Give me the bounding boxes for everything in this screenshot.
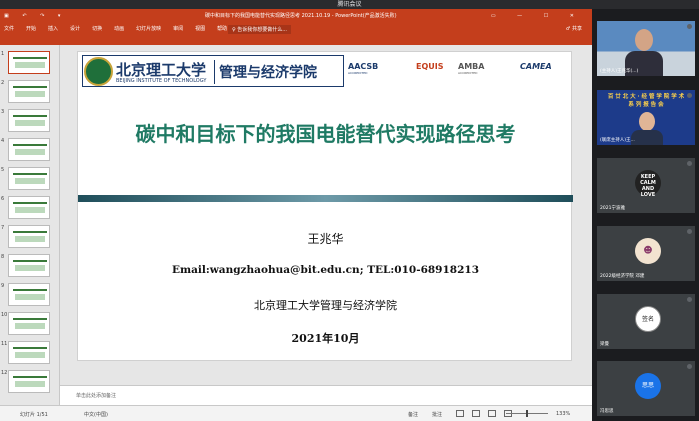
tab-file[interactable]: 文件 bbox=[4, 25, 14, 32]
tab-animations[interactable]: 动画 bbox=[114, 25, 124, 32]
tell-me-search[interactable]: ♀ 告诉我你想要做什么... bbox=[228, 25, 292, 34]
host-face bbox=[635, 29, 653, 51]
institution: 北京理工大学管理与经济学院 bbox=[254, 299, 397, 312]
university-name-cn: 北京理工大学 bbox=[116, 61, 207, 79]
share-button[interactable]: ♂ 共享 bbox=[566, 25, 582, 32]
author-name: 王兆华 bbox=[307, 232, 344, 246]
quick-access-toolbar[interactable]: ▣ ↶ ↷ ▾ bbox=[4, 9, 66, 23]
mic-icon bbox=[687, 161, 692, 166]
participant-tile[interactable]: ☻ 2022级经济学院 邓建 bbox=[597, 226, 695, 281]
view-buttons bbox=[456, 410, 512, 417]
meeting-title: 腾讯会议 bbox=[337, 1, 362, 8]
amba-logo: AMBA ACCREDITED bbox=[458, 62, 485, 75]
window-title: 碳中和目标下的我国电能替代实现路径思考 2021.10.19 - PowerPo… bbox=[205, 13, 397, 19]
camea-logo: CAMEA bbox=[520, 62, 552, 71]
zoom-slider-handle[interactable] bbox=[526, 410, 528, 417]
participant-name: 冯思思 bbox=[600, 409, 614, 414]
tab-slideshow[interactable]: 幻灯片放映 bbox=[136, 25, 161, 32]
video-tile[interactable]: (主持人)王兆华(...) bbox=[597, 21, 695, 76]
tab-design[interactable]: 设计 bbox=[70, 25, 80, 32]
participant-tile[interactable]: 签名 梁曼 bbox=[597, 294, 695, 349]
notes-button[interactable]: 备注 bbox=[408, 411, 418, 418]
mic-icon bbox=[687, 229, 692, 234]
mic-icon bbox=[687, 364, 692, 369]
comments-button[interactable]: 批注 bbox=[432, 411, 442, 418]
normal-view-icon[interactable] bbox=[456, 410, 464, 417]
event-banner: 百 廿 北 大 · 经 管 学 院 学 术 系 列 报 告 会 bbox=[607, 94, 685, 108]
status-bar: 幻灯片 1/51 中文(中国) 备注 批注 133% bbox=[0, 405, 592, 421]
avatar: ☻ bbox=[635, 238, 661, 264]
equis-logo: EQUIS bbox=[416, 62, 444, 71]
language-indicator[interactable]: 中文(中国) bbox=[84, 411, 108, 418]
decorative-band bbox=[78, 195, 573, 202]
university-banner: 北京理工大学 BEIJING INSTITUTE OF TECHNOLOGY 管… bbox=[82, 55, 344, 87]
slide-title: 碳中和目标下的我国电能替代实现路径思考 bbox=[135, 122, 516, 146]
tab-review[interactable]: 审阅 bbox=[173, 25, 183, 32]
participant-tile[interactable]: 思思 冯思思 bbox=[597, 361, 695, 416]
avatar: 签名 bbox=[635, 306, 661, 332]
reading-view-icon[interactable] bbox=[488, 410, 496, 417]
mic-icon bbox=[687, 297, 692, 302]
tab-insert[interactable]: 插入 bbox=[48, 25, 58, 32]
cohost-face bbox=[639, 112, 655, 131]
powerpoint-window: ▣ ↶ ↷ ▾ 碳中和目标下的我国电能替代实现路径思考 2021.10.19 -… bbox=[0, 9, 592, 421]
slide-counter: 幻灯片 1/51 bbox=[20, 412, 48, 418]
tab-help[interactable]: 帮助 bbox=[217, 25, 227, 32]
participant-name: (主持人)王兆华(...) bbox=[600, 69, 639, 74]
tab-view[interactable]: 视图 bbox=[195, 25, 205, 32]
ribbon: 文件 开始 插入 设计 切换 动画 幻灯片放映 审阅 视图 帮助 ♀ 告诉我你想… bbox=[0, 23, 592, 45]
tab-home[interactable]: 开始 bbox=[26, 25, 36, 32]
participant-tile[interactable]: KEEP CALM AND LOVE 2021宁波雅 bbox=[597, 158, 695, 213]
slide-thumbnail-pane[interactable]: 1 2 3 4 5 6 7 8 9 10 11 12 bbox=[0, 45, 60, 405]
participant-name: 2022级经济学院 邓建 bbox=[600, 274, 645, 279]
banner-divider bbox=[214, 60, 215, 84]
zoom-level[interactable]: 133% bbox=[556, 411, 570, 417]
participant-name: 梁曼 bbox=[600, 342, 609, 347]
aacsb-logo: AACSB ACCREDITED bbox=[348, 62, 379, 75]
ppt-title-bar: ▣ ↶ ↷ ▾ 碳中和目标下的我国电能替代实现路径思考 2021.10.19 -… bbox=[0, 9, 592, 23]
notes-placeholder: 单击此处添加备注 bbox=[76, 393, 117, 399]
mic-icon bbox=[687, 24, 692, 29]
presentation-date: 2021年10月 bbox=[291, 332, 360, 345]
contact-info: Email:wangzhaohua@bit.edu.cn; TEL:010-68… bbox=[171, 264, 480, 276]
participant-sidebar: (主持人)王兆华(...) 百 廿 北 大 · 经 管 学 院 学 术 系 列 … bbox=[592, 9, 699, 421]
current-slide[interactable]: 北京理工大学 BEIJING INSTITUTE OF TECHNOLOGY 管… bbox=[77, 51, 573, 361]
meeting-title-bar: 腾讯会议 bbox=[0, 0, 699, 9]
sorter-view-icon[interactable] bbox=[472, 410, 480, 417]
university-seal-icon bbox=[84, 57, 113, 86]
avatar: 思思 bbox=[635, 373, 661, 399]
video-tile[interactable]: 百 廿 北 大 · 经 管 学 院 学 术 系 列 报 告 会 (联席主持人)王… bbox=[597, 90, 695, 145]
school-name: 管理与经济学院 bbox=[219, 65, 317, 81]
window-controls[interactable]: ▭ — ☐ ✕ bbox=[491, 9, 584, 23]
participant-name: (联席主持人)王... bbox=[600, 138, 635, 143]
notes-pane[interactable]: 单击此处添加备注 bbox=[60, 385, 592, 405]
participant-name: 2021宁波雅 bbox=[600, 206, 625, 211]
ribbon-tabs: 文件 开始 插入 设计 切换 动画 幻灯片放映 审阅 视图 帮助 bbox=[4, 25, 227, 32]
avatar: KEEP CALM AND LOVE bbox=[635, 170, 661, 198]
mic-icon bbox=[687, 93, 692, 98]
university-name-en: BEIJING INSTITUTE OF TECHNOLOGY bbox=[116, 78, 207, 84]
tab-transitions[interactable]: 切换 bbox=[92, 25, 102, 32]
